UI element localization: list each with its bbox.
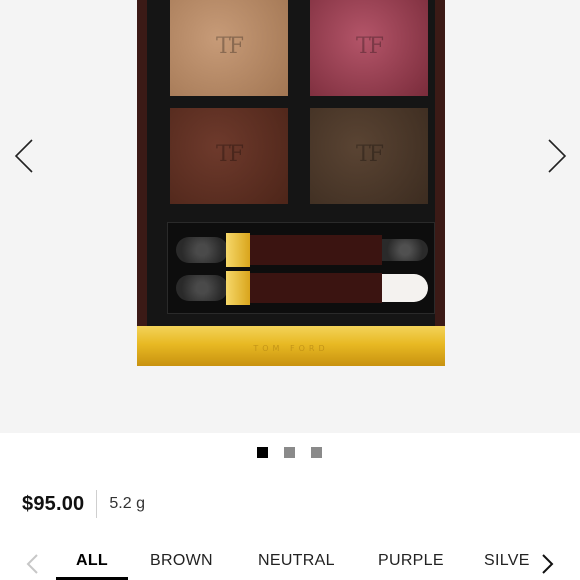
chevron-left-icon <box>26 554 38 574</box>
tabs-list: ALL BROWN NEUTRAL PURPLE SILVE <box>56 540 532 580</box>
applicator-1 <box>176 233 432 267</box>
eyeshadow-quad-image: TF TF TF TF TOM FORD <box>137 0 445 376</box>
applicator-handle <box>250 273 382 303</box>
tab-brown[interactable]: BROWN <box>150 552 213 570</box>
applicator-tray <box>167 222 435 314</box>
pagination-dot[interactable] <box>311 447 322 458</box>
applicator-handle <box>250 235 382 265</box>
shadow-pan-3: TF <box>170 108 288 204</box>
applicator-2 <box>176 271 432 305</box>
sponge-tip <box>176 275 228 301</box>
gallery-prev-button[interactable] <box>10 134 40 178</box>
chevron-right-icon <box>548 139 567 173</box>
pan-logo: TF <box>216 142 244 167</box>
applicator-gold-cap <box>226 271 250 305</box>
tab-purple[interactable]: PURPLE <box>378 552 444 570</box>
tabs-prev-button[interactable] <box>24 552 42 576</box>
tab-neutral[interactable]: NEUTRAL <box>258 552 335 570</box>
applicator-gold-cap <box>226 233 250 267</box>
sponge-tip <box>382 239 428 261</box>
chevron-left-icon <box>14 139 33 173</box>
divider <box>96 490 98 518</box>
tabs-next-button[interactable] <box>538 552 556 576</box>
tab-silver[interactable]: SILVE <box>484 552 530 570</box>
product-image-gallery: TF TF TF TF TOM FORD <box>0 0 580 433</box>
price-row: $95.00 5.2 g <box>22 489 145 519</box>
pan-logo: TF <box>216 34 244 59</box>
shadow-pan-2: TF <box>310 0 428 96</box>
gallery-next-button[interactable] <box>541 134 571 178</box>
shade-filter-tabs: ALL BROWN NEUTRAL PURPLE SILVE <box>0 540 580 580</box>
brush-tip <box>382 274 428 302</box>
chevron-right-icon <box>542 554 554 574</box>
compact-tray: TF TF TF TF <box>147 0 435 326</box>
pan-logo: TF <box>356 142 384 167</box>
brand-engraving: TOM FORD <box>253 344 329 353</box>
pan-logo: TF <box>356 34 384 59</box>
compact-gold-base: TOM FORD <box>137 326 445 366</box>
gallery-pagination <box>257 447 322 458</box>
tab-all[interactable]: ALL <box>76 552 108 570</box>
pagination-dot[interactable] <box>257 447 268 458</box>
shadow-pan-4: TF <box>310 108 428 204</box>
shadow-pan-1: TF <box>170 0 288 96</box>
pagination-dot[interactable] <box>284 447 295 458</box>
product-size: 5.2 g <box>109 495 145 512</box>
product-price: $95.00 <box>22 492 85 515</box>
sponge-tip <box>176 237 228 263</box>
